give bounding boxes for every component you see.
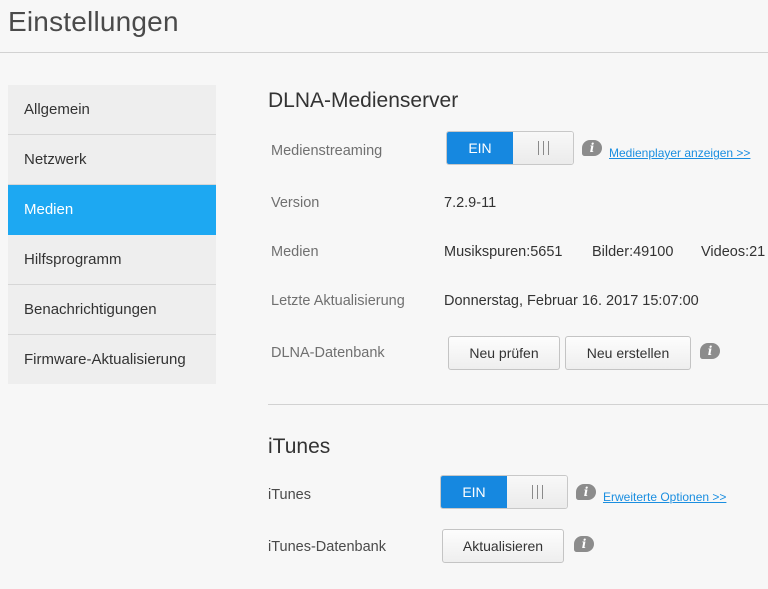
music-count: Musikspuren:5651 (444, 244, 563, 260)
dlna-database-label: DLNA-Datenbank (271, 345, 385, 361)
rescan-button[interactable]: Neu prüfen (448, 336, 560, 370)
last-update-value: Donnerstag, Februar 16. 2017 15:07:00 (444, 293, 699, 309)
dlna-section-title: DLNA-Medienserver (268, 89, 459, 112)
itunes-section-title: iTunes (268, 435, 331, 458)
section-divider (268, 404, 768, 405)
page-title: Einstellungen (8, 6, 179, 37)
info-icon[interactable]: i (582, 140, 602, 156)
itunes-label: iTunes (268, 487, 311, 503)
info-icon[interactable]: i (700, 343, 720, 359)
videos-count: Videos:21 (701, 244, 766, 260)
toggle-on-label: EIN (447, 132, 513, 164)
rebuild-button[interactable]: Neu erstellen (565, 336, 691, 370)
refresh-button[interactable]: Aktualisieren (442, 529, 564, 563)
media-player-link[interactable]: Medienplayer anzeigen >> (609, 146, 750, 160)
sidebar-item-benachrichtigungen[interactable]: Benachrichtigungen (8, 285, 216, 335)
toggle-handle (507, 476, 567, 508)
sidebar-item-allgemein[interactable]: Allgemein (8, 85, 216, 135)
media-streaming-toggle[interactable]: EIN (446, 131, 574, 165)
pictures-count: Bilder:49100 (592, 244, 674, 260)
toggle-handle (513, 132, 573, 164)
sidebar-item-medien[interactable]: Medien (8, 185, 216, 235)
info-icon[interactable]: i (576, 484, 596, 500)
title-divider (0, 52, 768, 53)
advanced-options-link[interactable]: Erweiterte Optionen >> (603, 490, 726, 504)
sidebar: Allgemein Netzwerk Medien Hilfsprogramm … (8, 85, 216, 384)
media-streaming-label: Medienstreaming (271, 143, 383, 159)
version-label: Version (271, 195, 320, 211)
info-icon[interactable]: i (574, 536, 594, 552)
version-value: 7.2.9-11 (444, 195, 497, 211)
itunes-toggle[interactable]: EIN (440, 475, 568, 509)
toggle-on-label: EIN (441, 476, 507, 508)
sidebar-item-hilfsprogramm[interactable]: Hilfsprogramm (8, 235, 216, 285)
media-label: Medien (271, 244, 319, 260)
sidebar-item-netzwerk[interactable]: Netzwerk (8, 135, 216, 185)
sidebar-item-firmware[interactable]: Firmware-Aktualisierung (8, 335, 216, 384)
itunes-database-label: iTunes-Datenbank (268, 539, 386, 555)
last-update-label: Letzte Aktualisierung (271, 293, 405, 309)
